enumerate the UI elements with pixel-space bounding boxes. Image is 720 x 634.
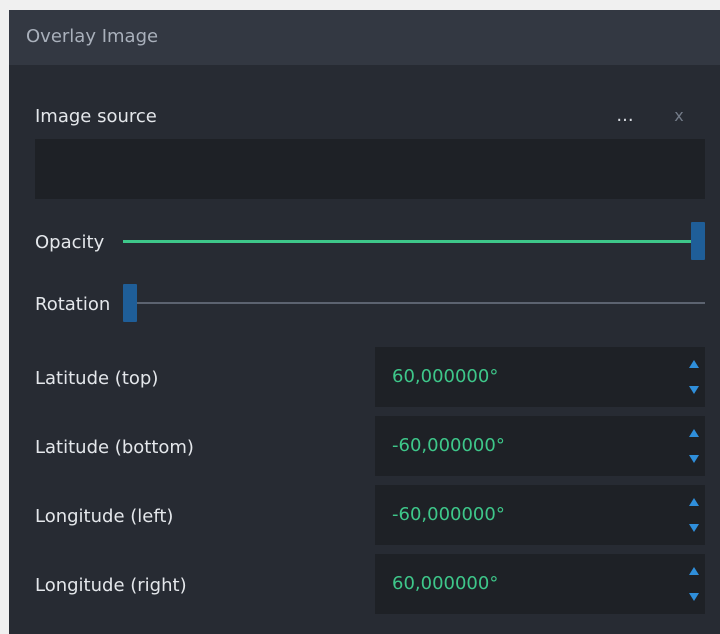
rotation-slider[interactable]	[123, 284, 705, 322]
triangle-up-icon[interactable]	[687, 357, 701, 371]
latitude-top-label: Latitude (top)	[35, 368, 159, 389]
longitude-right-value[interactable]: 60,000000°	[392, 573, 498, 594]
triangle-down-icon[interactable]	[687, 590, 701, 604]
latitude-bottom-label: Latitude (bottom)	[35, 437, 194, 458]
opacity-slider-fill	[123, 240, 691, 243]
image-source-input[interactable]	[35, 139, 705, 199]
opacity-label: Opacity	[35, 232, 105, 253]
panel-title: Overlay Image	[26, 26, 159, 47]
triangle-up-icon[interactable]	[687, 426, 701, 440]
triangle-down-icon[interactable]	[687, 452, 701, 466]
panel-title-bar: Overlay Image	[9, 10, 720, 65]
latitude-top-value[interactable]: 60,000000°	[392, 366, 498, 387]
longitude-left-value[interactable]: -60,000000°	[392, 504, 505, 525]
triangle-up-icon[interactable]	[687, 564, 701, 578]
opacity-slider-handle[interactable]	[691, 222, 705, 260]
triangle-down-icon[interactable]	[687, 383, 701, 397]
longitude-left-label: Longitude (left)	[35, 506, 174, 527]
longitude-left-spinbox[interactable]: -60,000000°	[375, 485, 705, 545]
latitude-top-spinbox[interactable]: 60,000000°	[375, 347, 705, 407]
triangle-up-icon[interactable]	[687, 495, 701, 509]
opacity-slider[interactable]	[123, 222, 705, 260]
longitude-right-spinbox[interactable]: 60,000000°	[375, 554, 705, 614]
latitude-bottom-value[interactable]: -60,000000°	[392, 435, 505, 456]
rotation-slider-handle[interactable]	[123, 284, 137, 322]
browse-button[interactable]: ...	[609, 102, 641, 130]
clear-button[interactable]: x	[667, 102, 691, 130]
overlay-image-panel: Overlay Image Image source ... x Opacity…	[9, 10, 720, 634]
rotation-slider-track[interactable]	[123, 302, 705, 304]
triangle-down-icon[interactable]	[687, 521, 701, 535]
rotation-label: Rotation	[35, 294, 111, 315]
image-source-label: Image source	[35, 106, 157, 127]
longitude-right-label: Longitude (right)	[35, 575, 187, 596]
latitude-bottom-spinbox[interactable]: -60,000000°	[375, 416, 705, 476]
